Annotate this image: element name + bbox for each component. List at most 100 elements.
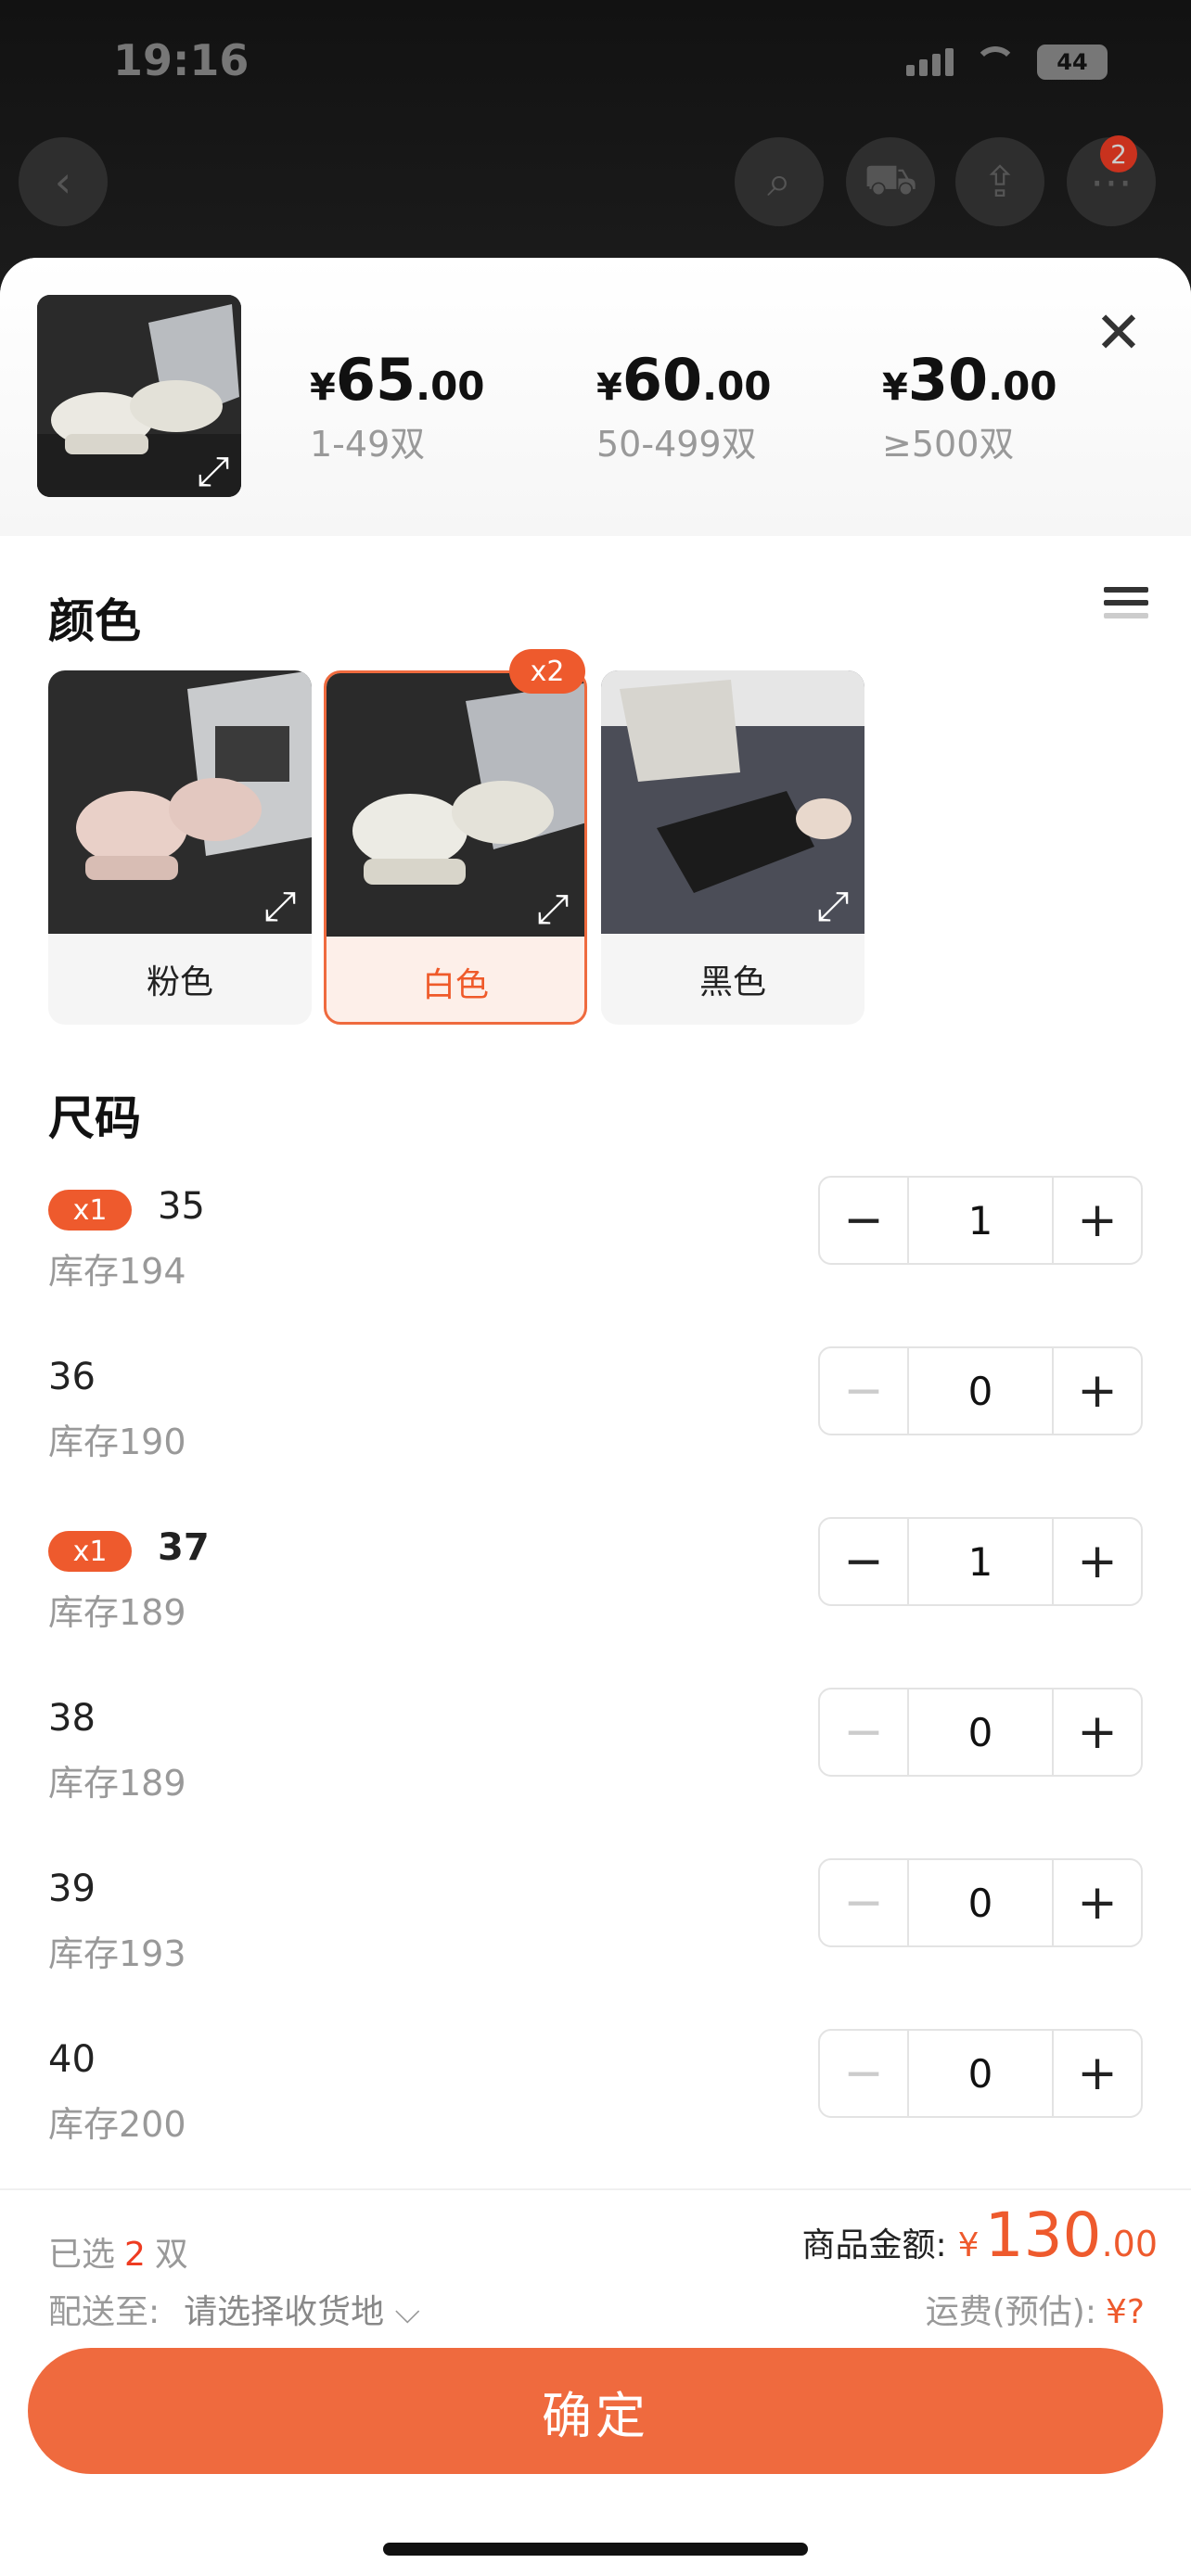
size-row: x1 37 库存189 − 1 +	[0, 1517, 1191, 1697]
decrease-button[interactable]: −	[820, 1178, 907, 1263]
price-currency: ¥	[310, 366, 336, 409]
size-count-badge: x1	[48, 1190, 132, 1231]
selected-prefix: 已选	[48, 2236, 116, 2274]
share-button[interactable]: ⇪	[955, 137, 1044, 226]
notification-badge: 2	[1100, 135, 1137, 172]
expand-icon[interactable]: ⤢	[256, 882, 304, 930]
price-integer: 60	[621, 346, 703, 414]
expand-icon[interactable]: ⤢	[189, 447, 237, 495]
decrease-button[interactable]: −	[820, 2031, 907, 2116]
price-integer: 30	[907, 346, 989, 414]
size-label: 40	[48, 2038, 96, 2081]
price-decimal: .00	[988, 363, 1057, 409]
decrease-button[interactable]: −	[820, 1690, 907, 1775]
increase-button[interactable]: +	[1054, 1178, 1141, 1263]
home-indicator	[383, 2543, 808, 2556]
confirm-button[interactable]: 确定	[28, 2348, 1163, 2474]
stock-label: 库存189	[48, 1592, 186, 1633]
fee-value: ¥?	[1105, 2293, 1145, 2331]
color-option-label: 粉色	[146, 963, 213, 1001]
quantity-value[interactable]: 0	[907, 1348, 1054, 1434]
stock-label: 库存193	[48, 1933, 186, 1974]
price-decimal: .00	[416, 363, 485, 409]
product-thumbnail[interactable]: ⤢	[37, 295, 241, 497]
size-count-badge: x1	[48, 1531, 132, 1572]
shipping-fee: 运费(预估): ¥?	[926, 2285, 1145, 2333]
status-icons: 44	[906, 45, 1108, 80]
quantity-stepper: − 0 +	[818, 1858, 1143, 1947]
signal-icon	[906, 48, 954, 76]
increase-button[interactable]: +	[1054, 1690, 1141, 1775]
battery-icon: 44	[1037, 45, 1108, 80]
decrease-button[interactable]: −	[820, 1348, 907, 1434]
price-tier-2: ¥60.00 50-499双	[596, 346, 772, 466]
amount-currency: ¥	[957, 2226, 980, 2264]
search-button[interactable]: ⌕	[735, 137, 824, 226]
wifi-icon	[974, 46, 1017, 78]
size-label: 35	[158, 1185, 205, 1228]
quantity-value[interactable]: 0	[907, 1690, 1054, 1775]
size-label: 38	[48, 1697, 96, 1740]
close-icon[interactable]: ✕	[1095, 304, 1143, 362]
color-count-badge: x2	[509, 649, 585, 694]
amount-decimal: .00	[1101, 2224, 1158, 2264]
color-option-white[interactable]: ⤢ 白色	[324, 670, 587, 1025]
shipping-label: 配送至:	[48, 2293, 160, 2331]
quantity-value[interactable]: 1	[907, 1519, 1054, 1604]
expand-icon[interactable]: ⤢	[809, 882, 857, 930]
list-view-icon[interactable]	[1104, 587, 1148, 626]
size-label: 36	[48, 1356, 96, 1398]
stock-label: 库存194	[48, 1251, 186, 1292]
fee-label: 运费(预估):	[925, 2293, 1096, 2331]
size-section-title: 尺码	[48, 1091, 141, 1145]
product-amount: 商品金额: ¥ 130 .00	[802, 2200, 1158, 2271]
selected-unit: 双	[154, 2236, 188, 2274]
expand-icon[interactable]: ⤢	[529, 885, 577, 933]
search-icon: ⌕	[767, 156, 791, 206]
amount-integer: 130	[984, 2200, 1102, 2271]
size-row: x1 35 库存194 − 1 +	[0, 1176, 1191, 1356]
color-option-label: 白色	[421, 966, 489, 1004]
quantity-value[interactable]: 0	[907, 2031, 1054, 2116]
status-time: 19:16	[113, 35, 250, 85]
price-tier-quantity: ≥500双	[882, 424, 1015, 465]
stock-label: 库存200	[48, 2104, 186, 2145]
share-icon: ⇪	[981, 157, 1018, 207]
quantity-stepper: − 0 +	[818, 1688, 1143, 1777]
cart-icon: ⛟	[864, 154, 917, 204]
shipping-selector[interactable]: 配送至: 请选择收货地 ⌵	[48, 2285, 420, 2333]
quantity-stepper: − 1 +	[818, 1517, 1143, 1606]
price-integer: 65	[335, 346, 416, 414]
increase-button[interactable]: +	[1054, 1519, 1141, 1604]
quantity-value[interactable]: 0	[907, 1860, 1054, 1945]
checkout-footer: 已选 2 双 配送至: 请选择收货地 ⌵ 商品金额: ¥ 130 .00 运费(预估)…	[0, 2188, 1191, 2576]
quantity-stepper: − 0 +	[818, 1346, 1143, 1435]
increase-button[interactable]: +	[1054, 1860, 1141, 1945]
color-option-pink[interactable]: ⤢ 粉色	[48, 670, 312, 1025]
quantity-stepper: − 0 +	[818, 2029, 1143, 2118]
back-button[interactable]: ‹	[19, 137, 108, 226]
price-tier-quantity: 50-499双	[596, 424, 757, 465]
color-section-title: 颜色	[48, 594, 141, 648]
quantity-value[interactable]: 1	[907, 1178, 1054, 1263]
selected-count: 2	[124, 2236, 146, 2274]
size-label: 39	[48, 1868, 96, 1910]
size-row: 40 库存200 − 0 +	[0, 2029, 1191, 2209]
more-button[interactable]: ⋯ 2	[1067, 135, 1156, 226]
decrease-button[interactable]: −	[820, 1860, 907, 1945]
price-tier-1: ¥65.00 1-49双	[310, 346, 485, 466]
color-option-black[interactable]: ⤢ 黑色	[601, 670, 864, 1025]
amount-label: 商品金额:	[801, 2226, 947, 2264]
selected-summary: 已选 2 双	[48, 2227, 188, 2276]
decrease-button[interactable]: −	[820, 1519, 907, 1604]
size-label: 37	[158, 1526, 210, 1569]
quantity-stepper: − 1 +	[818, 1176, 1143, 1265]
cart-button[interactable]: ⛟	[846, 137, 935, 226]
increase-button[interactable]: +	[1054, 1348, 1141, 1434]
size-row: 38 库存189 − 0 +	[0, 1688, 1191, 1868]
size-row: 36 库存190 − 0 +	[0, 1346, 1191, 1526]
back-icon: ‹	[54, 157, 72, 207]
increase-button[interactable]: +	[1054, 2031, 1141, 2116]
battery-level: 44	[1057, 49, 1088, 75]
color-option-label: 黑色	[698, 963, 766, 1001]
